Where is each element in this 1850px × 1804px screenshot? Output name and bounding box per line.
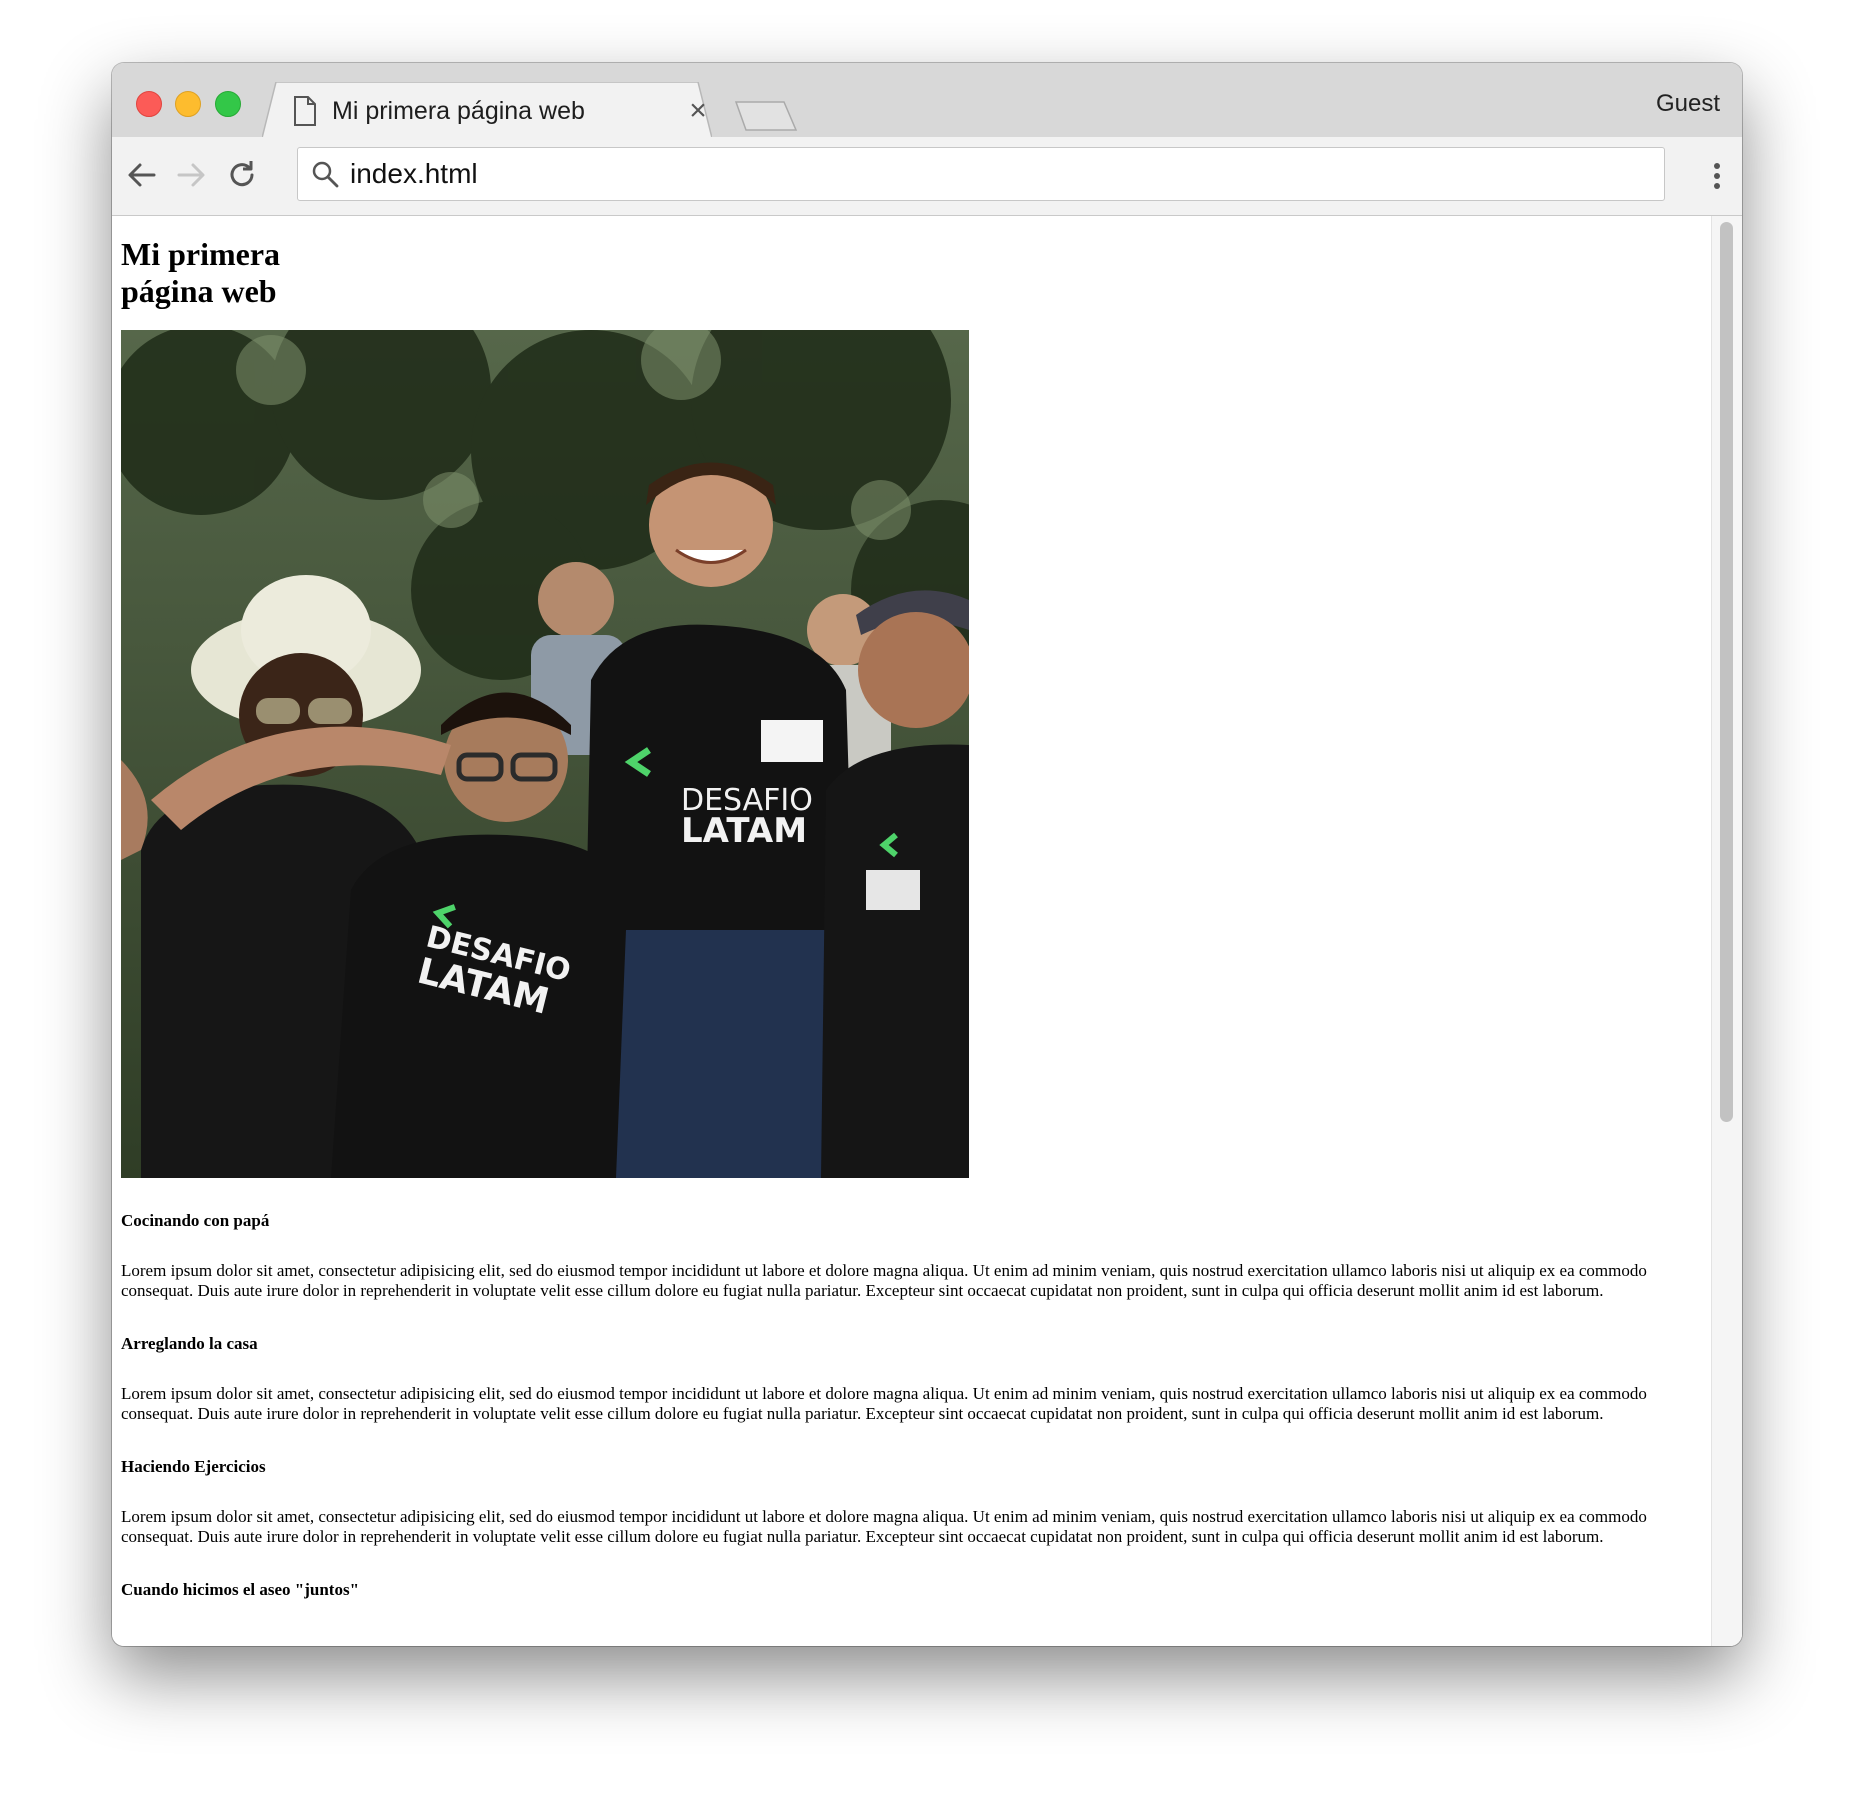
group-photo: DESAFIO LATAM DESAFIO LATAM xyxy=(121,330,969,1178)
new-tab-button[interactable] xyxy=(734,98,802,132)
section-text: Lorem ipsum dolor sit amet, consectetur … xyxy=(121,1261,1647,1300)
profile-label[interactable]: Guest xyxy=(1656,87,1720,121)
section-heading: Haciendo Ejercicios xyxy=(121,1457,266,1476)
section-heading: Cocinando con papá xyxy=(121,1211,270,1230)
more-vert-icon[interactable] xyxy=(1709,158,1725,194)
photo-shirt-text-4: LATAM xyxy=(681,811,807,851)
section-text: Lorem ipsum dolor sit amet, consectetur … xyxy=(121,1384,1647,1423)
page-viewport: Mi primera página web DESAFIO LATAM DESA… xyxy=(112,216,1742,1646)
back-arrow-icon[interactable] xyxy=(124,157,160,193)
section-heading: Arreglando la casa xyxy=(121,1334,258,1353)
section-text: Lorem ipsum dolor sit amet, consectetur … xyxy=(121,1507,1647,1546)
search-icon xyxy=(312,161,339,188)
document-icon xyxy=(294,96,316,126)
browser-window: Mi primera página web × Guest index.html xyxy=(112,63,1742,1646)
address-bar[interactable]: index.html xyxy=(297,147,1665,201)
section-heading: Cuando hicimos el aseo "juntos" xyxy=(121,1580,360,1599)
minimize-window-button[interactable] xyxy=(175,91,201,117)
forward-arrow-icon[interactable] xyxy=(173,157,209,193)
reload-icon[interactable] xyxy=(224,157,260,193)
close-window-button[interactable] xyxy=(136,91,162,117)
title-bar: Mi primera página web × Guest xyxy=(112,63,1742,138)
page-content: Mi primera página web DESAFIO LATAM DESA… xyxy=(121,216,1703,1600)
close-tab-icon[interactable]: × xyxy=(684,96,712,126)
address-text[interactable]: index.html xyxy=(350,156,478,192)
tab-title: Mi primera página web xyxy=(332,97,585,125)
browser-toolbar: index.html xyxy=(112,137,1742,216)
page-title: Mi primera página web xyxy=(121,236,281,309)
vertical-scrollbar[interactable] xyxy=(1711,216,1742,1646)
scrollbar-thumb[interactable] xyxy=(1720,222,1733,1122)
zoom-window-button[interactable] xyxy=(215,91,241,117)
